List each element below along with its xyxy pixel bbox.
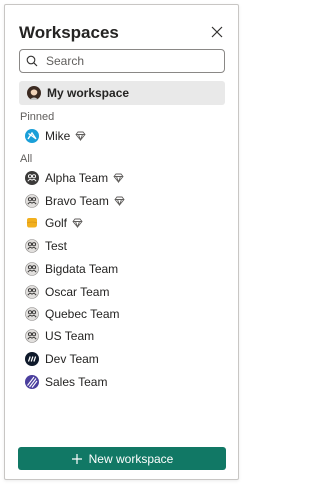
plus-icon (71, 453, 82, 464)
panel-header: Workspaces (19, 21, 226, 45)
new-workspace-label: New workspace (88, 451, 174, 466)
workspace-item-bigdata-team[interactable]: Bigdata Team (25, 259, 118, 279)
workspace-item-oscar-team[interactable]: Oscar Team (25, 282, 109, 302)
search-box[interactable] (19, 49, 225, 73)
dev-team-logo-icon (25, 352, 39, 366)
close-icon (211, 26, 223, 38)
my-workspace-item[interactable]: My workspace (19, 81, 225, 105)
all-section-label: All (20, 153, 33, 165)
workspaces-panel: Workspaces My workspace Pinned Mike (4, 4, 239, 480)
workspace-name: Golf (45, 216, 68, 230)
workspace-name: Test (45, 239, 68, 253)
team-icon (25, 285, 39, 299)
workspace-item-mike[interactable]: Mike (25, 126, 86, 146)
team-icon (25, 307, 39, 321)
team-icon (25, 262, 39, 276)
team-icon (25, 329, 39, 343)
premium-diamond-icon (72, 218, 83, 228)
sales-team-logo-icon (25, 375, 39, 389)
new-workspace-button[interactable]: New workspace (18, 447, 226, 470)
pinned-section-label: Pinned (20, 111, 55, 123)
workspace-name: Bravo Team (45, 194, 109, 208)
search-input[interactable] (44, 53, 218, 69)
workspace-item-golf[interactable]: Golf (25, 213, 83, 233)
workspace-item-us-team[interactable]: US Team (25, 326, 94, 346)
workspace-name: Alpha Team (45, 171, 109, 185)
workspace-item-sales-team[interactable]: Sales Team (25, 372, 107, 392)
team-icon (25, 239, 39, 253)
my-workspace-label: My workspace (47, 86, 130, 100)
workspace-name: US Team (45, 329, 95, 343)
my-workspace-avatar-icon (27, 86, 41, 100)
mike-avatar-icon (25, 129, 39, 143)
premium-diamond-icon (75, 131, 86, 141)
workspace-name: Dev Team (45, 352, 99, 366)
workspace-name: Sales Team (45, 375, 108, 389)
workspace-item-test[interactable]: Test (25, 236, 67, 256)
close-button[interactable] (208, 23, 226, 41)
workspace-item-bravo-team[interactable]: Bravo Team (25, 191, 125, 211)
workspace-item-dev-team[interactable]: Dev Team (25, 349, 99, 369)
workspace-item-quebec-team[interactable]: Quebec Team (25, 304, 120, 324)
workspace-item-alpha-team[interactable]: Alpha Team (25, 168, 124, 188)
team-icon (25, 194, 39, 208)
workspace-name: Bigdata Team (45, 262, 119, 276)
team-icon (25, 171, 39, 185)
workspace-name: Oscar Team (45, 285, 110, 299)
workspace-name: Mike (45, 129, 71, 143)
search-icon (26, 55, 38, 67)
workspace-name: Quebec Team (45, 307, 120, 321)
premium-diamond-icon (113, 173, 124, 183)
panel-title: Workspaces (19, 23, 119, 42)
premium-diamond-icon (114, 196, 125, 206)
golf-icon (26, 218, 38, 228)
